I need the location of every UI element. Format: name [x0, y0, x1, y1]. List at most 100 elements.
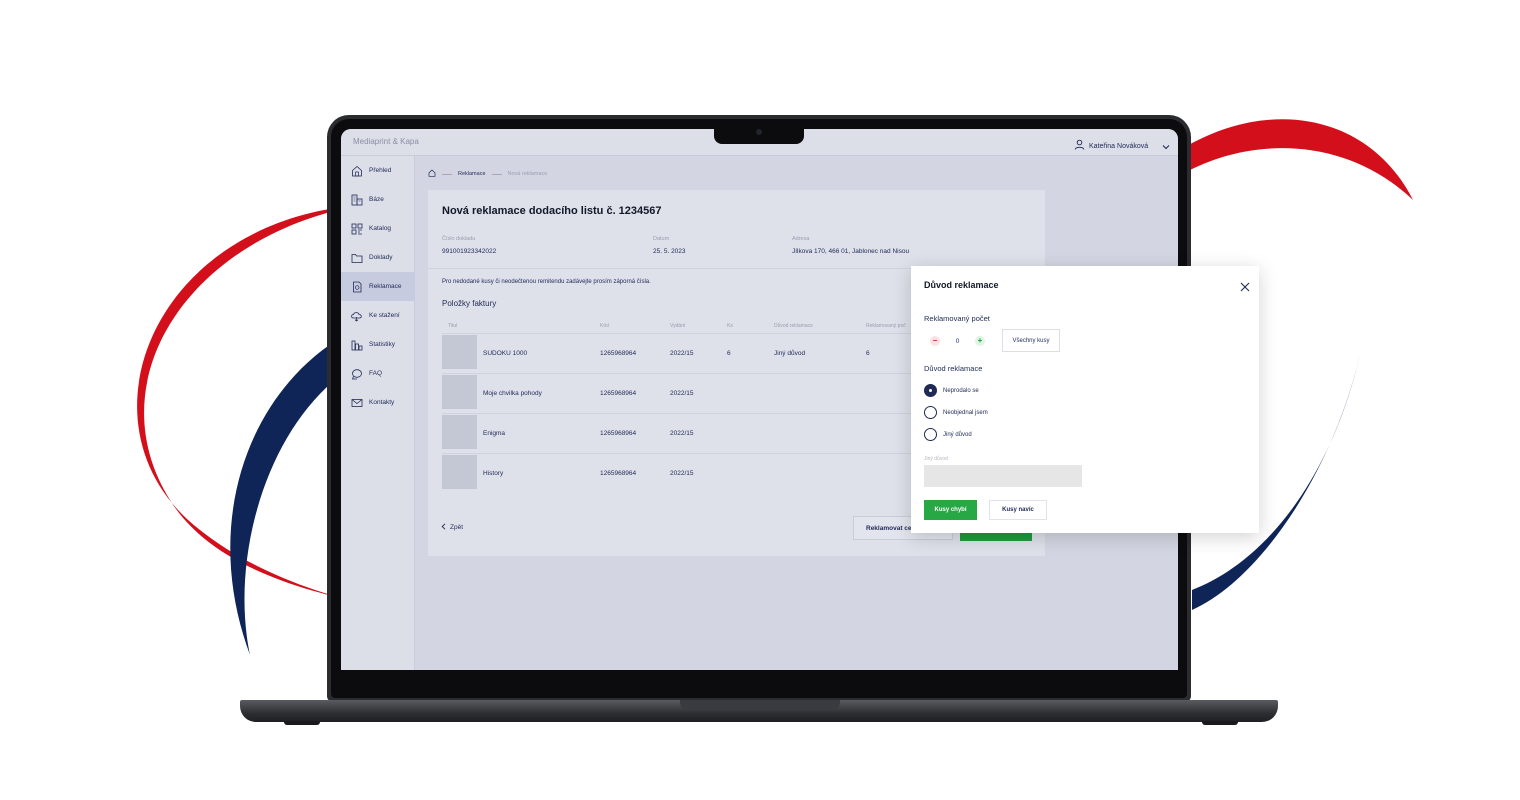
sidebar-item-statistiky[interactable]: Statistiky	[341, 330, 415, 359]
address-value: Jílkova 170, 466 01, Jablonec nad Nisou	[792, 248, 910, 255]
other-reason-input[interactable]	[924, 465, 1082, 487]
back-label: Zpět	[450, 524, 464, 531]
date-label: Datum	[653, 236, 670, 242]
row-claimed[interactable]: 6	[866, 350, 870, 357]
plus-icon[interactable]: +	[975, 336, 985, 346]
breadcrumb-separator	[442, 173, 452, 175]
radio-unchecked-icon[interactable]	[924, 428, 937, 441]
page-title: Nová reklamace dodacího listu č. 1234567	[442, 205, 662, 217]
claimed-count-label: Reklamovaný počet	[924, 314, 990, 323]
row-title: History	[483, 470, 504, 477]
reason-label: Důvod reklamace	[924, 364, 983, 373]
reason-option-other[interactable]: Jiný důvod	[924, 428, 972, 441]
cover-thumbnail	[442, 415, 477, 449]
doc-number-label: Číslo dokladu	[442, 236, 476, 242]
sidebar-item-ke-stazeni[interactable]: Ke stažení	[341, 301, 415, 330]
chevron-left-icon	[441, 523, 446, 532]
radio-unchecked-icon[interactable]	[924, 406, 937, 419]
minus-icon[interactable]: −	[930, 336, 940, 346]
sidebar-item-label: Katalog	[369, 225, 392, 232]
row-title: SUDOKU 1000	[483, 350, 528, 357]
stage: Mediaprint & Kapa Kateřina Nováková Přeh…	[0, 0, 1520, 800]
close-icon[interactable]	[1239, 280, 1251, 292]
row-issue: 2022/15	[670, 430, 694, 437]
home-icon	[350, 165, 363, 177]
instruction-note: Pro nedodané kusy či neodečtenou remiten…	[442, 279, 651, 285]
document-icon	[350, 281, 363, 293]
radio-label: Neprodalo se	[943, 387, 979, 394]
column-header[interactable]: Reklamovaný poč	[866, 323, 906, 329]
back-button[interactable]: Zpět	[441, 523, 463, 532]
cover-thumbnail	[442, 375, 477, 409]
cover-thumbnail	[442, 455, 477, 489]
breadcrumb-link-reklamace[interactable]: Reklamace	[458, 171, 486, 177]
breadcrumb: Reklamace Nová reklamace	[428, 169, 547, 179]
user-icon	[1074, 137, 1085, 155]
doc-number-value: 991001923342022	[442, 248, 497, 255]
all-pieces-button[interactable]: Všechny kusy	[1002, 329, 1060, 352]
chart-icon	[350, 339, 363, 351]
radio-label: Jiný důvod	[943, 431, 972, 438]
sidebar-item-kontakty[interactable]: Kontakty	[341, 388, 415, 417]
chat-icon	[350, 368, 363, 380]
extra-pieces-button[interactable]: Kusy navíc	[989, 500, 1047, 520]
buildings-icon	[350, 194, 363, 206]
row-qty: 6	[727, 350, 731, 357]
camera-icon	[756, 129, 762, 135]
sidebar-item-label: Báze	[369, 196, 384, 203]
sidebar-item-label: Reklamace	[369, 283, 402, 290]
brand-name: Mediaprint & Kapa	[353, 137, 419, 146]
column-header[interactable]: Kód	[600, 323, 609, 329]
sidebar-item-doklady[interactable]: Doklady	[341, 243, 415, 272]
quantity-stepper[interactable]: − 0 +	[930, 336, 985, 346]
cloud-download-icon	[350, 310, 363, 322]
laptop-base-notch	[680, 700, 840, 710]
mail-icon	[350, 397, 363, 409]
chevron-down-icon[interactable]	[1162, 137, 1170, 155]
cover-thumbnail	[442, 335, 477, 369]
folder-icon	[350, 252, 363, 264]
sidebar-item-faq[interactable]: FAQ	[341, 359, 415, 388]
qr-icon	[350, 223, 363, 235]
row-reason[interactable]: Jiný důvod	[774, 350, 805, 357]
sidebar-item-label: FAQ	[369, 370, 383, 377]
address-label: Adresa	[792, 236, 810, 242]
sidebar-item-label: Doklady	[369, 254, 393, 261]
user-name: Kateřina Nováková	[1089, 142, 1149, 150]
column-header[interactable]: Důvod reklamace	[774, 323, 813, 329]
row-code: 1265968964	[600, 470, 637, 477]
column-header[interactable]: Vydání	[670, 323, 685, 329]
date-value: 25. 5. 2023	[653, 248, 686, 255]
user-menu[interactable]: Kateřina Nováková	[1074, 137, 1170, 155]
row-issue: 2022/15	[670, 390, 694, 397]
modal-title: Důvod reklamace	[924, 280, 999, 290]
quantity-value[interactable]: 0	[940, 338, 975, 345]
missing-pieces-button[interactable]: Kusy chybí	[924, 500, 977, 520]
radio-label: Neobjednal jsem	[943, 409, 988, 416]
sidebar-item-label: Statistiky	[369, 341, 396, 348]
column-header[interactable]: Ks	[727, 323, 733, 329]
reason-modal: Důvod reklamace Reklamovaný počet − 0 + …	[911, 266, 1259, 533]
sidebar-item-label: Ke stažení	[369, 312, 400, 319]
row-issue: 2022/15	[670, 350, 694, 357]
row-code: 1265968964	[600, 430, 637, 437]
sidebar-item-katalog[interactable]: Katalog	[341, 214, 415, 243]
row-title: Enigma	[483, 430, 506, 437]
sidebar-item-label: Přehled	[369, 167, 392, 174]
row-issue: 2022/15	[670, 470, 694, 477]
sidebar-item-label: Kontakty	[369, 399, 395, 406]
column-header[interactable]: Titul	[448, 323, 457, 329]
other-reason-label: Jiný důvod	[924, 456, 948, 462]
invoice-items-title: Položky faktury	[442, 299, 497, 308]
radio-checked-icon[interactable]	[924, 384, 937, 397]
sidebar: Přehled Báze Katalog Doklady Reklamace K…	[341, 156, 415, 670]
home-icon[interactable]	[428, 169, 436, 179]
row-code: 1265968964	[600, 350, 637, 357]
sidebar-item-prehled[interactable]: Přehled	[341, 156, 415, 185]
reason-option-unsold[interactable]: Neprodalo se	[924, 384, 979, 397]
breadcrumb-current: Nová reklamace	[507, 171, 548, 177]
sidebar-item-baze[interactable]: Báze	[341, 185, 415, 214]
laptop-foot-left	[284, 721, 320, 725]
sidebar-item-reklamace[interactable]: Reklamace	[341, 272, 415, 301]
reason-option-not-ordered[interactable]: Neobjednal jsem	[924, 406, 988, 419]
